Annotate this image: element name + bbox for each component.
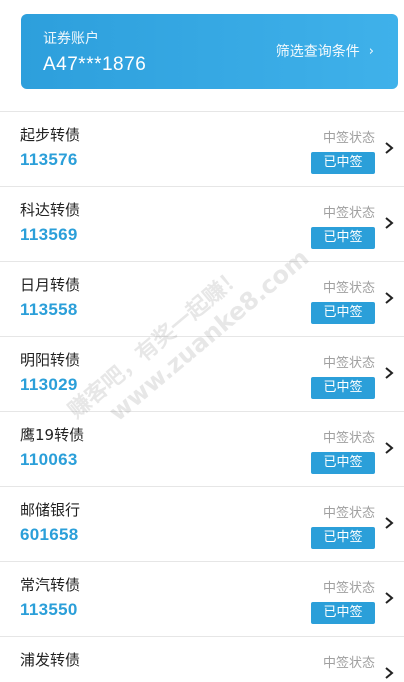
chevron-right-icon xyxy=(382,215,396,231)
list-item[interactable]: 明阳转债 113029 中签状态 已中签 xyxy=(0,337,404,412)
bond-name: 浦发转债 xyxy=(20,651,81,669)
account-card: 证券账户 A47***1876 筛选查询条件 › xyxy=(21,14,398,89)
chevron-right-icon xyxy=(382,590,396,606)
status-badge: 已中签 xyxy=(311,377,375,399)
chevron-right-icon: › xyxy=(368,43,374,59)
bond-code: 113550 xyxy=(20,600,78,619)
chevron-right-icon xyxy=(382,515,396,531)
status-label: 中签状态 xyxy=(322,581,375,596)
account-label: 证券账户 xyxy=(43,31,99,47)
filter-query-label: 筛选查询条件 xyxy=(275,44,360,60)
chevron-right-icon xyxy=(382,290,396,306)
status-badge: 已中签 xyxy=(311,452,375,474)
status-label: 中签状态 xyxy=(322,356,375,371)
bond-code: 601658 xyxy=(20,525,79,544)
list-item[interactable]: 浦发转债 中签状态 xyxy=(0,637,404,682)
status-label: 中签状态 xyxy=(322,431,375,446)
status-badge: 已中签 xyxy=(311,602,375,624)
bond-name: 常汽转债 xyxy=(20,576,81,594)
bond-code: 113569 xyxy=(20,225,78,244)
bond-name: 科达转债 xyxy=(20,201,81,219)
chevron-right-icon xyxy=(382,140,396,156)
bond-code: 113576 xyxy=(20,150,78,169)
list-item[interactable]: 起步转债 113576 中签状态 已中签 xyxy=(0,112,404,187)
bond-code: 110063 xyxy=(20,450,78,469)
status-label: 中签状态 xyxy=(322,281,375,296)
bond-code: 113558 xyxy=(20,300,78,319)
chevron-right-icon xyxy=(382,365,396,381)
list-item[interactable]: 邮储银行 601658 中签状态 已中签 xyxy=(0,487,404,562)
status-label: 中签状态 xyxy=(322,206,375,221)
status-label: 中签状态 xyxy=(322,656,375,671)
list-item[interactable]: 鹰19转债 110063 中签状态 已中签 xyxy=(0,412,404,487)
status-badge: 已中签 xyxy=(311,302,375,324)
status-badge: 已中签 xyxy=(311,527,375,549)
status-badge: 已中签 xyxy=(311,227,375,249)
bond-list: 起步转债 113576 中签状态 已中签 科达转债 113569 中签状态 已中… xyxy=(0,112,404,682)
list-item[interactable]: 常汽转债 113550 中签状态 已中签 xyxy=(0,562,404,637)
status-label: 中签状态 xyxy=(322,131,375,146)
status-badge: 已中签 xyxy=(311,152,375,174)
account-number: A47***1876 xyxy=(43,54,147,75)
list-item[interactable]: 日月转债 113558 中签状态 已中签 xyxy=(0,262,404,337)
list-item[interactable]: 科达转债 113569 中签状态 已中签 xyxy=(0,187,404,262)
bond-name: 日月转债 xyxy=(20,276,81,294)
bond-code: 113029 xyxy=(20,375,78,394)
chevron-right-icon xyxy=(382,665,396,681)
status-label: 中签状态 xyxy=(322,506,375,521)
bond-name: 邮储银行 xyxy=(20,501,81,519)
filter-query-button[interactable]: 筛选查询条件 › xyxy=(276,41,374,61)
chevron-right-icon xyxy=(382,440,396,456)
bond-name: 鹰19转债 xyxy=(20,426,85,444)
bond-name: 起步转债 xyxy=(20,126,81,144)
bond-name: 明阳转债 xyxy=(20,351,81,369)
